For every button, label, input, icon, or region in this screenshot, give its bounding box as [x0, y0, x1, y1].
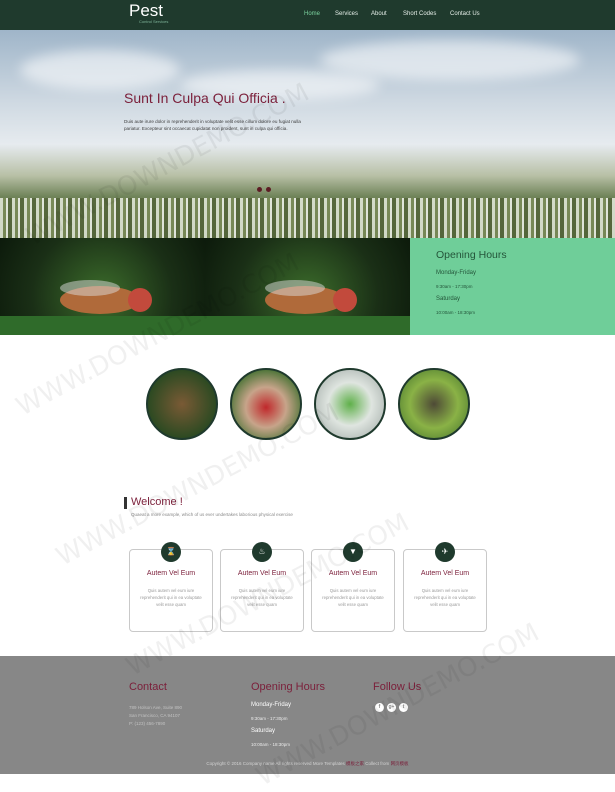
top-nav: Pest Control Services Home Services Abou… [0, 0, 615, 30]
footer-address: 789 Holson Ave, Suite 890 [129, 705, 182, 710]
footer: Contact 789 Holson Ave, Suite 890 San Fr… [0, 656, 615, 774]
card-title: Autem Vel Eum [146, 570, 196, 577]
hours-time: 9:30am - 17:30pm [436, 284, 473, 289]
footer-contact-title: Contact [129, 681, 167, 693]
hours-time: 10:00am - 18:30pm [436, 310, 476, 315]
footer-address: San Francisco, CA 94107 [129, 713, 181, 718]
templates-link[interactable]: 模板之家 [346, 761, 364, 766]
slider-dot[interactable] [266, 187, 271, 192]
hours-title: Opening Hours [436, 249, 507, 261]
fly-icon [205, 280, 410, 335]
welcome-subtitle: Quaeat a more example, which of us ever … [131, 512, 293, 517]
hero-text: Duis aute irure dolor in reprehenderit i… [124, 119, 301, 131]
gallery-image-fly[interactable] [146, 368, 218, 440]
nav-contact-us[interactable]: Contact Us [450, 11, 480, 17]
card-text: Quis autem vel eum iure reprehenderit qu… [231, 588, 293, 607]
footer-follow-title: Follow Us [373, 681, 422, 693]
plane-icon: ✈ [435, 542, 455, 562]
service-card[interactable]: ▼ Autem Vel Eum Quis autem vel eum iure … [311, 542, 395, 632]
card-title: Autem Vel Eum [328, 570, 378, 577]
nav-home[interactable]: Home [304, 11, 320, 17]
service-card[interactable]: ♨ Autem Vel Eum Quis autem vel eum iure … [220, 542, 304, 632]
hours-day: Monday-Friday [436, 270, 477, 276]
cloud [20, 50, 180, 90]
footer-hours-day: Monday-Friday [251, 702, 292, 708]
welcome-accent-bar [124, 497, 127, 509]
gallery-image-weevil[interactable] [398, 368, 470, 440]
facebook-icon[interactable]: f [375, 703, 384, 712]
slider-dot[interactable] [257, 187, 262, 192]
fly-icon [0, 280, 205, 335]
card-title: Autem Vel Eum [237, 570, 287, 577]
card-text: Quis autem vel eum iure reprehenderit qu… [322, 588, 384, 607]
nav-services[interactable]: Services [335, 11, 358, 17]
nav-short-codes[interactable]: Short Codes [403, 11, 436, 17]
footer-hours-time: 10:00am - 18:30pm [251, 742, 291, 747]
card-title: Autem Vel Eum [420, 570, 470, 577]
flower-field [0, 198, 615, 238]
copyright-text: Copyright © 2016 Company name All rights… [206, 761, 312, 766]
card-text: Quis autem vel eum iure reprehenderit qu… [414, 588, 476, 607]
feature-strip: Opening Hours Monday-Friday 9:30am - 17:… [0, 238, 615, 335]
service-card[interactable]: ✈ Autem Vel Eum Quis autem vel eum iure … [403, 542, 487, 632]
hours-day: Saturday [436, 296, 461, 302]
footer-hours-title: Opening Hours [251, 681, 325, 693]
collect-from-text: Collect from [365, 761, 390, 766]
fly-image [205, 238, 410, 335]
gallery-image-caterpillar[interactable] [314, 368, 386, 440]
copyright: Copyright © 2016 Company name All rights… [0, 761, 615, 767]
card-text: Quis autem vel eum iure reprehenderit qu… [140, 588, 202, 607]
footer-hours-time: 9:30am - 17:30pm [251, 716, 288, 721]
nav-about[interactable]: About [371, 11, 387, 17]
twitter-icon[interactable]: t [399, 703, 408, 712]
opening-hours-box: Opening Hours Monday-Friday 9:30am - 17:… [410, 238, 615, 335]
logo-subtitle: Control Services [139, 19, 169, 24]
google-plus-icon[interactable]: g+ [387, 703, 396, 712]
hero-banner: Sunt In Culpa Qui Officia . Duis aute ir… [0, 30, 615, 238]
templates-link[interactable]: 网页模板 [391, 761, 409, 766]
footer-phone: P: (123) 456-7890 [129, 721, 166, 726]
hourglass-icon: ⌛ [161, 542, 181, 562]
gallery-image-mosquito[interactable] [230, 368, 302, 440]
footer-hours-day: Saturday [251, 728, 276, 734]
hero-title: Sunt In Culpa Qui Officia . [124, 90, 286, 106]
welcome-title: Welcome ! [131, 496, 183, 508]
logo[interactable]: Pest [129, 2, 163, 20]
fly-image [0, 238, 205, 335]
service-card[interactable]: ⌛ Autem Vel Eum Quis autem vel eum iure … [129, 542, 213, 632]
filter-icon: ▼ [343, 542, 363, 562]
more-templates-text: More Templates [312, 761, 345, 766]
flame-icon: ♨ [252, 542, 272, 562]
cloud [320, 40, 580, 80]
